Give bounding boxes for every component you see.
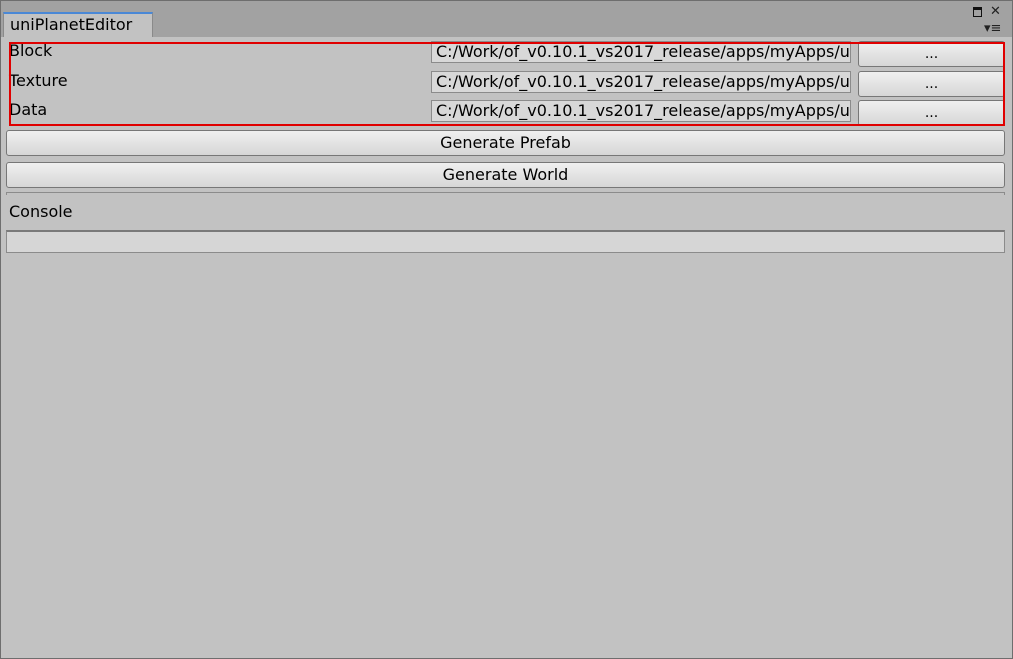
editor-window: uniPlanetEditor ✕ ▾≡ Block C:/Work/of_v0… xyxy=(0,0,1013,659)
console-label: Console xyxy=(9,202,73,221)
maximize-icon[interactable] xyxy=(973,7,982,17)
menu-icon[interactable]: ▾≡ xyxy=(984,22,1001,35)
separator xyxy=(6,192,1005,195)
generate-prefab-button[interactable]: Generate Prefab xyxy=(6,130,1005,156)
block-browse-button[interactable]: ... xyxy=(858,41,1005,67)
data-path-field[interactable]: C:/Work/of_v0.10.1_vs2017_release/apps/m… xyxy=(431,100,851,122)
close-icon[interactable]: ✕ xyxy=(990,5,1001,18)
block-path-field[interactable]: C:/Work/of_v0.10.1_vs2017_release/apps/m… xyxy=(431,41,851,63)
field-row-texture: Texture C:/Work/of_v0.10.1_vs2017_releas… xyxy=(1,69,1012,97)
tab-uniplaneteditor[interactable]: uniPlanetEditor xyxy=(3,12,153,37)
tab-bar: uniPlanetEditor ✕ ▾≡ xyxy=(1,1,1012,37)
field-row-block: Block C:/Work/of_v0.10.1_vs2017_release/… xyxy=(1,39,1012,67)
block-label: Block xyxy=(9,41,53,60)
data-label: Data xyxy=(9,100,48,119)
console-output[interactable] xyxy=(6,230,1005,253)
texture-label: Texture xyxy=(9,71,68,90)
texture-browse-button[interactable]: ... xyxy=(858,71,1005,97)
field-row-data: Data C:/Work/of_v0.10.1_vs2017_release/a… xyxy=(1,98,1012,126)
editor-content: Block C:/Work/of_v0.10.1_vs2017_release/… xyxy=(1,37,1012,658)
texture-path-field[interactable]: C:/Work/of_v0.10.1_vs2017_release/apps/m… xyxy=(431,71,851,93)
generate-world-button[interactable]: Generate World xyxy=(6,162,1005,188)
data-browse-button[interactable]: ... xyxy=(858,100,1005,126)
